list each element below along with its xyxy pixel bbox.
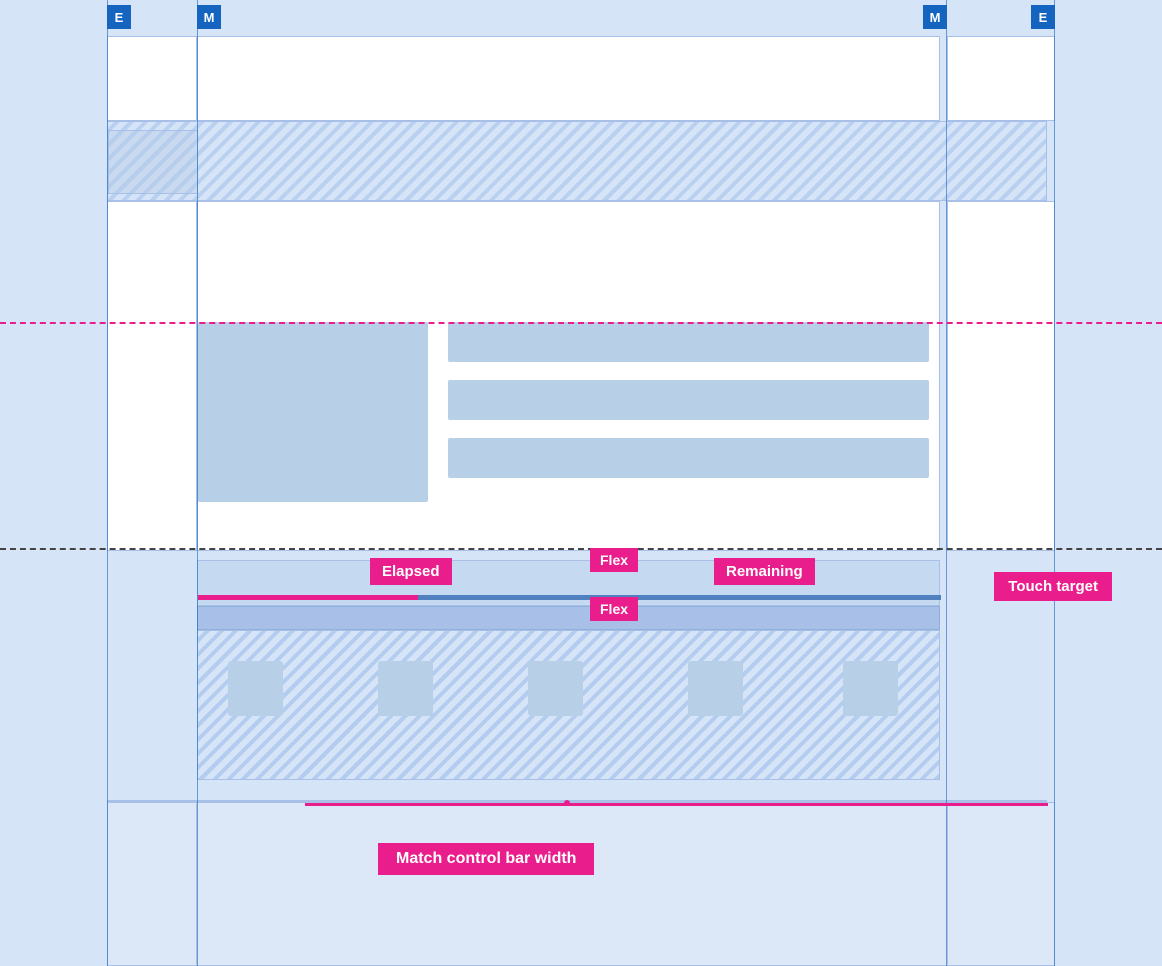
white-block-top-right	[947, 36, 1055, 121]
center-content-area	[197, 201, 940, 551]
pink-line-marker	[564, 800, 570, 806]
bottom-left-col	[107, 802, 197, 966]
ctrl-btn-5[interactable]	[843, 661, 898, 716]
hatch-row-2	[107, 121, 1047, 201]
left-content-panel	[107, 201, 197, 551]
guide-m-left	[197, 0, 198, 966]
guide-m-right	[946, 0, 947, 966]
ctrl-btn-1[interactable]	[228, 661, 283, 716]
elapsed-label: Elapsed	[370, 558, 452, 585]
pink-top-border	[305, 803, 1048, 806]
badge-m-right: M	[923, 5, 947, 29]
progress-remaining-bar	[418, 595, 941, 600]
remaining-label: Remaining	[714, 558, 815, 585]
media-block	[198, 322, 428, 502]
bottom-section: Match control bar width	[107, 802, 1047, 966]
secondary-bar	[197, 606, 940, 630]
flex-badge-2: Flex	[590, 597, 638, 621]
bottom-inner	[198, 813, 941, 953]
white-block-top-center	[197, 36, 940, 121]
badge-e-left: E	[107, 5, 131, 29]
badge-e-right: E	[1031, 5, 1055, 29]
info-row-3	[448, 438, 929, 478]
ctrl-btn-3[interactable]	[528, 661, 583, 716]
badge-m-left: M	[197, 5, 221, 29]
info-row-1	[448, 322, 929, 362]
progress-elapsed-bar	[198, 595, 418, 600]
flex-badge-1: Flex	[590, 548, 638, 572]
hline-black	[0, 548, 1162, 550]
controls-hatch-row	[197, 630, 940, 780]
guide-e-left	[107, 0, 108, 966]
ctrl-btn-4[interactable]	[688, 661, 743, 716]
info-row-2	[448, 380, 929, 420]
guide-e-right	[1054, 0, 1055, 966]
white-block-top-left	[107, 36, 197, 121]
ctrl-btn-2[interactable]	[378, 661, 433, 716]
touch-target-label: Touch target	[994, 572, 1112, 601]
bottom-right-col	[947, 802, 1055, 966]
hline-pink	[0, 322, 1162, 324]
progress-bar-container[interactable]	[197, 560, 940, 606]
match-control-bar-label: Match control bar width	[378, 843, 594, 875]
right-content-panel	[947, 201, 1055, 551]
main-canvas: E M M E Flex Elapsed Remaining	[0, 0, 1162, 966]
